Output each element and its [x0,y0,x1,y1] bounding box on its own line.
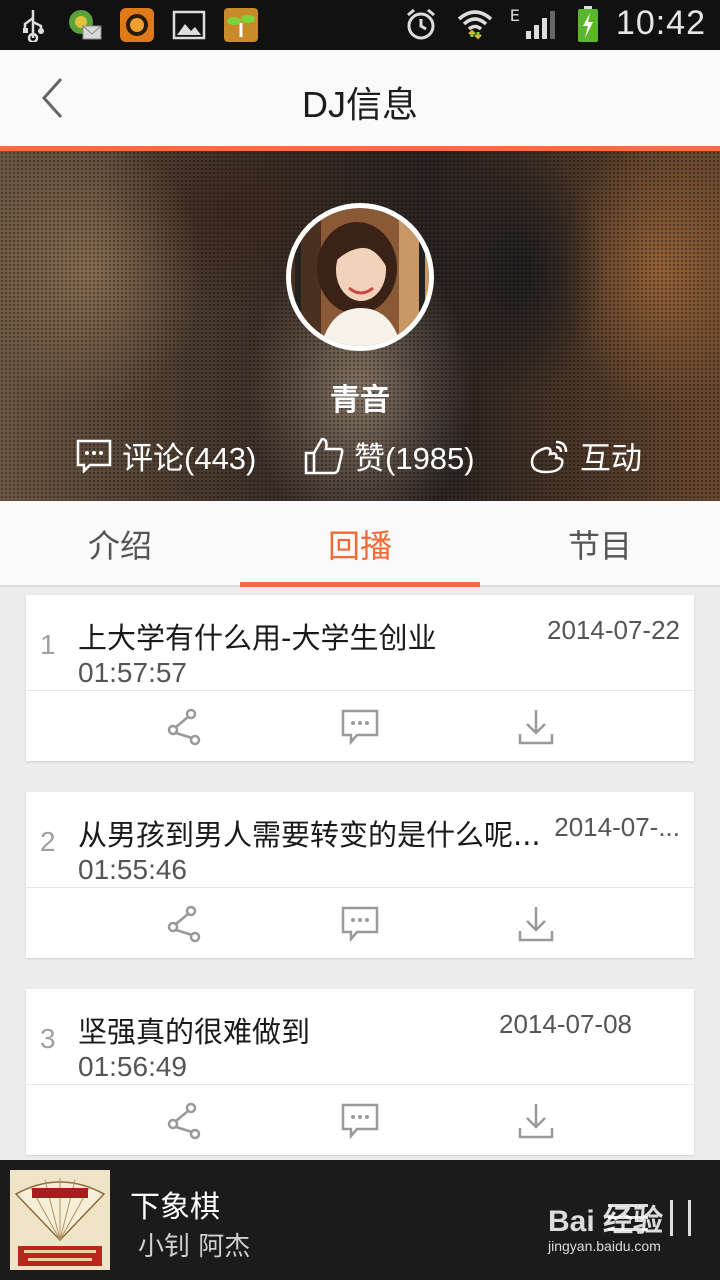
gallery-icon [170,6,208,44]
avatar [291,208,429,346]
episode-number: 3 [40,1023,56,1054]
share-icon [167,708,201,746]
comments-label: 评论(443) [122,441,257,476]
battery-charging-icon [576,5,600,43]
episode-number: 1 [40,629,56,660]
wifi-icon [456,5,494,43]
watermark-url: jingyan.baidu.com [548,1238,661,1254]
clock: 10:42 [615,4,706,42]
share-button[interactable] [164,707,204,747]
avatar-frame[interactable] [286,203,434,351]
comment-icon [341,709,379,745]
profile-stats: 评论(443) 赞(1985) 互动 [0,433,720,483]
download-button[interactable] [516,1101,556,1141]
tab-intro[interactable]: 介绍 [0,501,240,587]
episode-duration: 01:56:49 [78,1051,187,1082]
weibo-icon [530,440,568,473]
episode-duration: 01:57:57 [78,657,187,688]
episode-title: 从男孩到男人需要转变的是什么呢... [78,818,541,852]
episode-date: 2014-07-22 [547,615,680,645]
active-tab-indicator [240,582,480,587]
episode-title: 上大学有什么用-大学生创业 [78,621,437,655]
watermark-logo: Bai 经验 [548,1205,664,1238]
tab-bar: 介绍 回播 节目 [0,501,720,587]
likes-stat[interactable]: 赞(1985) [304,433,475,478]
status-left-icons [14,6,260,44]
status-right-icons: E 10:42 [402,4,706,43]
tab-programs[interactable]: 节目 [480,501,720,587]
alarm-icon [402,5,440,43]
share-icon [167,1102,201,1140]
episode-card[interactable]: 3 坚强真的很难做到 2014-07-08 01:56:49 [26,989,694,1155]
download-button[interactable] [516,904,556,944]
comment-icon [76,439,112,473]
messenger-icon [66,6,104,44]
episode-card[interactable]: 2 从男孩到男人需要转变的是什么呢... 2014-07-... 01:55:4… [26,792,694,958]
episode-date: 2014-07-08 [499,1009,632,1039]
episode-title: 坚强真的很难做到 [78,1015,311,1049]
episode-list[interactable]: 1 上大学有什么用-大学生创业 2014-07-22 01:57:57 2 从男… [0,589,720,1160]
interact-stat[interactable]: 互动 [528,433,642,478]
share-button[interactable] [164,1101,204,1141]
episode-duration: 01:55:46 [78,854,187,885]
sprout-icon [222,6,260,44]
download-icon [518,907,554,942]
network-type-label: E [509,6,520,25]
episode-actions [26,691,694,761]
dj-name: 青音 [330,383,390,418]
share-icon [167,905,201,943]
profile-hero: 青音 评论(443) 赞(1985) 互动 [0,151,720,501]
comment-icon [341,906,379,942]
status-bar: E 10:42 [0,0,720,50]
song-title: 下象棋 [130,1190,220,1225]
usb-icon [14,6,52,44]
download-button[interactable] [516,707,556,747]
comment-icon [341,1103,379,1139]
page-title: DJ信息 [302,84,418,125]
episode-actions [26,1085,694,1155]
download-icon [518,1104,554,1139]
pause-icon [670,1200,691,1236]
pause-button[interactable] [666,1198,696,1242]
app-header: DJ信息 [0,50,720,146]
interact-label: 互动 [580,441,642,476]
song-artist: 小钊 阿杰 [138,1232,251,1262]
episode-card[interactable]: 1 上大学有什么用-大学生创业 2014-07-22 01:57:57 [26,595,694,761]
episode-date: 2014-07-... [554,812,680,842]
app-icon [118,6,156,44]
download-icon [518,710,554,745]
baidu-jingyan-watermark: Bai 经验 jingyan.baidu.com [548,1196,663,1254]
comment-button[interactable] [340,904,380,944]
likes-label: 赞(1985) [354,441,475,476]
tab-replay[interactable]: 回播 [240,501,480,587]
comment-button[interactable] [340,707,380,747]
share-button[interactable] [164,904,204,944]
episode-actions [26,888,694,958]
comment-button[interactable] [340,1101,380,1141]
thumbs-up-icon [304,437,344,474]
comments-stat[interactable]: 评论(443) [76,433,256,478]
album-cover[interactable] [10,1170,110,1270]
signal-icon [522,5,560,43]
episode-number: 2 [40,826,56,857]
